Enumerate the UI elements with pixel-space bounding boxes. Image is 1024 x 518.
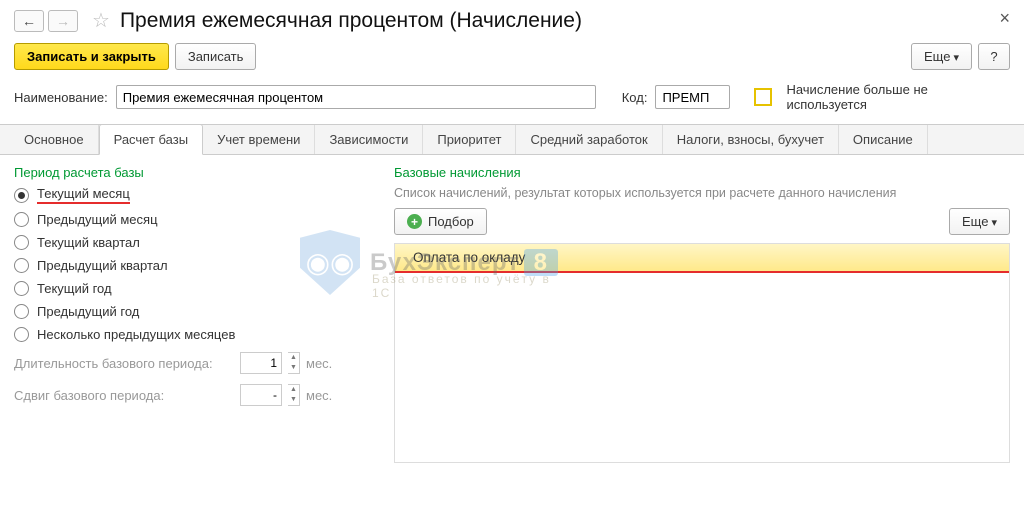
radio-icon [14,235,29,250]
radio-label: Текущий год [37,281,112,296]
podbor-button[interactable]: + Подбор [394,208,487,235]
period-option-0[interactable]: Текущий месяц [14,186,374,204]
duration-label: Длительность базового периода: [14,356,234,371]
base-more-button[interactable]: Еще [949,208,1010,235]
radio-label: Предыдущий квартал [37,258,168,273]
tab-5[interactable]: Средний заработок [516,125,662,154]
base-section-desc: Список начислений, результат которых исп… [394,186,1010,200]
shift-input[interactable] [240,384,282,406]
period-option-5[interactable]: Предыдущий год [14,304,374,319]
shift-unit: мес. [306,388,332,403]
plus-icon: + [407,214,422,229]
duration-stepper[interactable]: ▲▼ [288,352,300,374]
save-close-button[interactable]: Записать и закрыть [14,43,169,70]
tab-3[interactable]: Зависимости [315,125,423,154]
help-button[interactable]: ? [978,43,1010,70]
nav-back-button[interactable]: ← [14,10,44,32]
tab-2[interactable]: Учет времени [203,125,315,154]
favorite-star-icon[interactable]: ☆ [92,8,110,33]
radio-label: Предыдущий месяц [37,212,158,227]
name-input[interactable] [116,85,596,109]
tabs-bar: ОсновноеРасчет базыУчет времениЗависимос… [0,124,1024,155]
radio-label: Текущий квартал [37,235,140,250]
tab-4[interactable]: Приоритет [423,125,516,154]
tab-7[interactable]: Описание [839,125,928,154]
shift-stepper[interactable]: ▲▼ [288,384,300,406]
radio-icon [14,212,29,227]
radio-icon [14,304,29,319]
period-option-4[interactable]: Текущий год [14,281,374,296]
radio-icon [14,281,29,296]
code-input[interactable] [655,85,730,109]
base-list[interactable]: Оплата по окладу [394,243,1010,463]
tab-0[interactable]: Основное [10,125,99,154]
radio-icon [14,258,29,273]
nav-forward-button[interactable]: → [48,10,78,32]
radio-label: Текущий месяц [37,186,130,204]
duration-input[interactable] [240,352,282,374]
podbor-label: Подбор [428,214,474,229]
radio-icon [14,188,29,203]
period-option-6[interactable]: Несколько предыдущих месяцев [14,327,374,342]
radio-icon [14,327,29,342]
save-button[interactable]: Записать [175,43,257,70]
close-icon[interactable]: × [999,8,1010,29]
period-section-title: Период расчета базы [14,165,374,180]
period-option-1[interactable]: Предыдущий месяц [14,212,374,227]
disabled-checkbox[interactable] [754,88,772,106]
more-button[interactable]: Еще [911,43,972,70]
radio-label: Предыдущий год [37,304,139,319]
page-title: Премия ежемесячная процентом (Начисление… [120,9,582,33]
code-label: Код: [622,90,648,105]
radio-label: Несколько предыдущих месяцев [37,327,235,342]
base-section-title: Базовые начисления [394,165,1010,180]
tab-1[interactable]: Расчет базы [99,124,204,155]
duration-unit: мес. [306,356,332,371]
period-option-3[interactable]: Предыдущий квартал [14,258,374,273]
shift-label: Сдвиг базового периода: [14,388,234,403]
name-label: Наименование: [14,90,108,105]
list-item[interactable]: Оплата по окладу [395,244,1009,273]
period-option-2[interactable]: Текущий квартал [14,235,374,250]
tab-6[interactable]: Налоги, взносы, бухучет [663,125,839,154]
disabled-checkbox-label: Начисление больше не используется [786,82,946,112]
